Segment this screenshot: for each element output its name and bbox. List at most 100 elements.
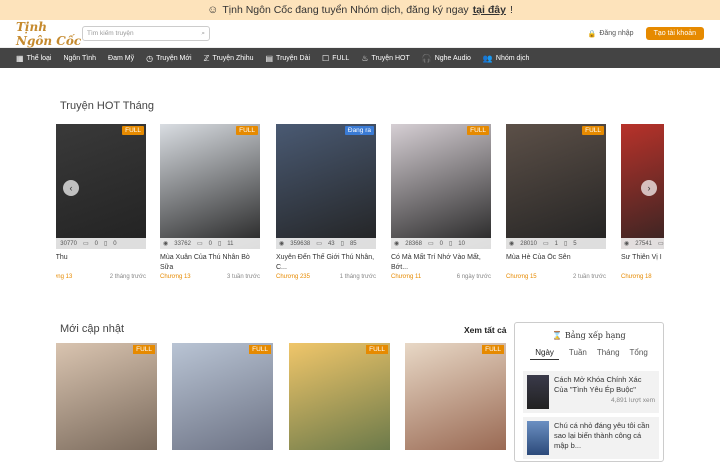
nav-item[interactable]: 🎧 Nghe Audio	[416, 48, 477, 68]
banner-link[interactable]: tại đây	[473, 4, 506, 16]
chapter-icon: ▯	[563, 241, 568, 247]
search-placeholder: Tìm kiếm truyện	[87, 30, 134, 37]
tab-month[interactable]: Tháng	[597, 348, 620, 360]
lock-icon: 🔒	[587, 30, 597, 38]
login-link[interactable]: 🔒 Đăng nhập	[588, 30, 634, 38]
latest-card[interactable]: FULL	[289, 343, 390, 450]
nav-label: Truyện Zhihu	[212, 54, 254, 62]
card-title[interactable]: Có Mà Mất Trí Nhớ Vào Mất, Bớt...	[391, 253, 491, 273]
card-stats: ◉ 28368 ▭ 0 ▯ 10	[391, 238, 491, 249]
chapters-count: 85	[349, 240, 357, 247]
login-label: Đăng nhập	[599, 30, 634, 37]
chapters-count: 5	[573, 240, 577, 247]
card-title[interactable]: Xuyên Đến Thế Giới Thú Nhân, C...	[276, 253, 376, 273]
cover-image: Đang ra ◉ 359638 ▭ 43 ▯ 85	[276, 124, 376, 249]
chevron-right-icon: ›	[647, 183, 651, 193]
nav-item[interactable]: ▤ Truyện Dài	[259, 48, 316, 68]
nav-item[interactable]: ♨ Truyện HOT	[355, 48, 415, 68]
main-nav: ▦ Thể loại Ngôn Tình Đam Mỹ ◷ Truyện Mới ℤ Truy…	[0, 48, 720, 68]
chapter-label[interactable]: Chương 235	[276, 274, 310, 280]
chevron-left-icon: ‹	[69, 183, 73, 193]
hourglass-icon: ⌛	[552, 331, 563, 340]
latest-card[interactable]: FULL	[405, 343, 506, 450]
nav-item[interactable]: 👥 Nhóm dịch	[477, 48, 535, 68]
hot-card[interactable]: Đang ra ◉ 359638 ▭ 43 ▯ 85 Xuyên Đến Thế Giới T…	[276, 124, 376, 280]
ranking-item[interactable]: Chú cá nhỏ đáng yêu tôi cần sao lại biến…	[523, 417, 659, 459]
hot-card[interactable]: FULL◉30770▭0▯0ng Thuhương 132 tháng trướ…	[56, 124, 146, 280]
hot-section-title: Truyện HOT Tháng	[60, 100, 154, 112]
status-badge: FULL	[366, 345, 388, 354]
comments-count: 0	[439, 240, 443, 247]
nav-icon: 👥	[482, 53, 493, 63]
nav-label: Đam Mỹ	[108, 54, 135, 62]
hot-card[interactable]: FULL ◉ 28368 ▭ 0 ▯ 10 Có Mà Mất Trí Nhớ Vào Mất…	[391, 124, 491, 280]
card-title[interactable]: ng Thu	[56, 253, 146, 273]
views-count: 28010	[520, 240, 537, 247]
hot-card[interactable]: FULL ◉ 28010 ▭ 1 ▯ 5 Mùa Hè Của Ốc Sên Chương 15…	[506, 124, 606, 280]
chapters-count: 0	[113, 240, 117, 247]
ranking-title-text: Bảng xếp hạng	[564, 331, 626, 340]
card-stats: ◉ 28010 ▭ 1 ▯ 5	[506, 238, 606, 249]
tab-total[interactable]: Tổng	[630, 348, 648, 360]
chapters-count: 10	[458, 240, 465, 247]
status-badge: FULL	[582, 126, 604, 135]
nav-item[interactable]: ▦ Thể loại	[10, 48, 57, 68]
comments-count: 0	[94, 240, 98, 247]
ranking-panel: ⌛ Bảng xếp hạng Ngày Tuần Tháng Tổng Các…	[514, 322, 664, 462]
hot-card[interactable]: FULL ◉ 33762 ▭ 0 ▯ 11 Mùa Xuân Của Thú Nhân Bò …	[160, 124, 260, 280]
nav-icon: ♨	[361, 53, 369, 63]
nav-icon: 🎧	[421, 53, 432, 63]
chapter-label[interactable]: Chương 15	[506, 274, 537, 280]
latest-card[interactable]: FULL	[56, 343, 157, 450]
latest-section-title: Mới cập nhật	[60, 323, 125, 335]
nav-item[interactable]: Đam Mỹ	[102, 48, 140, 68]
updated-time: 2 tuần trước	[573, 274, 606, 280]
nav-icon: ▦	[16, 53, 24, 63]
card-stats: ◉ 359638 ▭ 43 ▯ 85	[276, 238, 376, 249]
nav-label: Thể loại	[26, 54, 52, 62]
site-logo[interactable]: Tịnh Ngôn Cốc	[16, 20, 82, 48]
status-badge: FULL	[122, 126, 144, 135]
carousel-prev-button[interactable]: ‹	[63, 180, 79, 196]
nav-label: Truyện HOT	[371, 54, 410, 62]
views-count: 359638	[290, 240, 311, 247]
chapter-icon: ▯	[217, 241, 222, 247]
card-title[interactable]: Mùa Hè Của Ốc Sên	[506, 253, 606, 273]
nav-item[interactable]: Ngôn Tình	[57, 48, 102, 68]
views-count: 30770	[60, 240, 77, 247]
status-badge: FULL	[236, 126, 258, 135]
updated-time: 2 tháng trước	[109, 274, 146, 280]
card-title[interactable]: Sư Thiên Vị I	[621, 253, 664, 273]
tab-day[interactable]: Ngày	[530, 348, 559, 360]
signup-button[interactable]: Tạo tài khoản	[645, 27, 704, 40]
chapter-label[interactable]: Chương 13	[160, 274, 191, 280]
chapter-label[interactable]: Chương 18	[621, 274, 652, 280]
ranking-item-title: Cách Mở Khóa Chính Xác Của "Tình Yêu Ép …	[554, 375, 642, 394]
nav-item[interactable]: ℤ Truyện Zhihu	[198, 48, 260, 68]
chapter-label[interactable]: Chương 11	[391, 274, 421, 280]
comments-count: 1	[554, 240, 558, 247]
view-all-link[interactable]: Xem tất cả	[464, 325, 507, 335]
search-input[interactable]: Tìm kiếm truyện ⌕	[82, 26, 210, 41]
search-icon[interactable]: ⌕	[201, 30, 205, 38]
nav-item[interactable]: ☐ FULL	[316, 48, 355, 68]
carousel-next-button[interactable]: ›	[641, 180, 657, 196]
card-stats: ◉ 33762 ▭ 0 ▯ 11	[160, 238, 260, 249]
comment-icon: ▭	[316, 241, 322, 247]
nav-item[interactable]: ◷ Truyện Mới	[140, 48, 197, 68]
tab-week[interactable]: Tuần	[569, 348, 587, 360]
chapter-label[interactable]: hương 13	[56, 274, 72, 280]
comment-icon: ▭	[427, 241, 434, 247]
ranking-item-title: Chú cá nhỏ đáng yêu tôi cần sao lại biến…	[554, 421, 650, 450]
latest-card[interactable]: FULL	[172, 343, 273, 450]
banner-text: Tịnh Ngôn Cốc đang tuyển Nhóm dịch, đăng…	[222, 4, 469, 16]
card-stats: ◉27541▭▯	[621, 238, 664, 249]
views-count: 33762	[174, 240, 191, 247]
status-badge: FULL	[133, 345, 155, 354]
card-title[interactable]: Mùa Xuân Của Thú Nhân Bò Sữa	[160, 253, 260, 273]
comment-icon: ▭	[657, 241, 664, 247]
updated-time: 1 tháng trước	[339, 274, 376, 280]
top-bar: Tịnh Ngôn Cốc Tìm kiếm truyện ⌕ 🔒 Đăng nh…	[0, 20, 720, 48]
hot-card[interactable]: ◉27541▭▯ Sư Thiên Vị IChương 18	[621, 124, 664, 280]
ranking-item[interactable]: Cách Mở Khóa Chính Xác Của "Tình Yêu Ép …	[523, 371, 659, 413]
